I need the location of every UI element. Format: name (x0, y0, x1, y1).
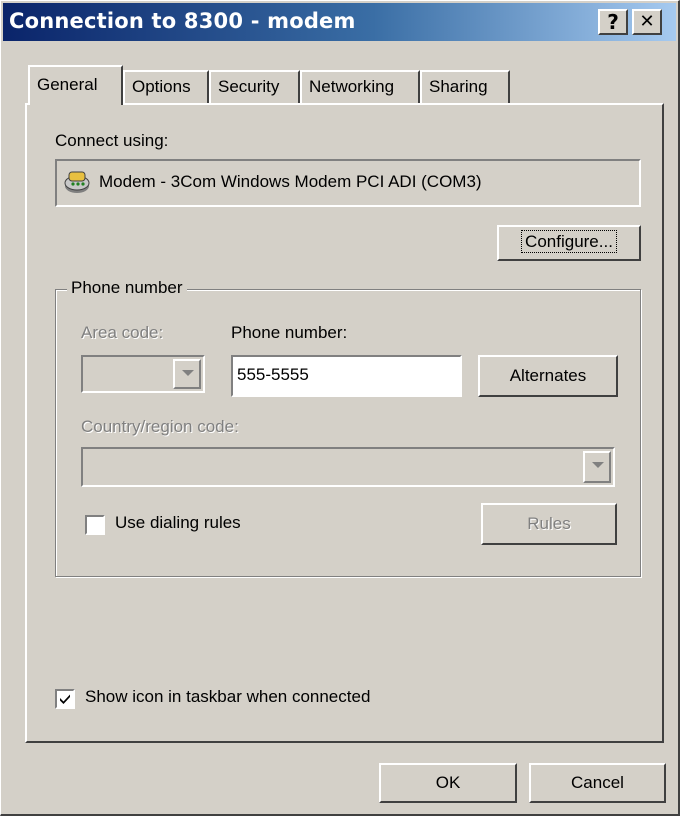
tab-security-label: Security (218, 77, 280, 96)
tab-sharing[interactable]: Sharing (420, 70, 510, 103)
use-dialing-rules-label[interactable]: Use dialing rules (115, 513, 241, 533)
cancel-button[interactable]: Cancel (529, 763, 666, 803)
area-code-label: Area code: (81, 323, 164, 342)
tab-security[interactable]: Security (209, 70, 300, 103)
phone-group-title: Phone number (67, 278, 187, 298)
alternates-button[interactable]: Alternates (478, 355, 618, 397)
device-field[interactable]: Modem - 3Com Windows Modem PCI ADI (COM3… (55, 159, 641, 207)
country-region-select[interactable] (81, 447, 615, 487)
connect-using-label: Connect using: (55, 131, 169, 150)
configure-button[interactable]: Configure... (497, 225, 641, 261)
window-title: Connection to 8300 - modem (9, 9, 356, 33)
phone-number-value: 555-5555 (237, 365, 309, 384)
device-name: Modem - 3Com Windows Modem PCI ADI (COM3… (99, 172, 482, 191)
use-dialing-rules-checkbox[interactable] (85, 515, 105, 535)
phone-number-label: Phone number: (231, 323, 348, 342)
tab-general-label: General (37, 75, 98, 94)
configure-button-label: Configure... (521, 230, 617, 253)
tab-networking[interactable]: Networking (300, 70, 420, 103)
title-bar[interactable]: Connection to 8300 - modem ? ✕ (3, 3, 676, 41)
area-code-dropdown-arrow[interactable] (173, 359, 201, 389)
tab-networking-label: Networking (309, 77, 395, 96)
dialog-window: Connection to 8300 - modem ? ✕ General O… (0, 0, 680, 816)
tab-general[interactable]: General (28, 65, 123, 105)
help-button[interactable]: ? (598, 9, 628, 35)
show-icon-label[interactable]: Show icon in taskbar when connected (85, 687, 370, 707)
close-button[interactable]: ✕ (632, 9, 662, 35)
modem-icon (63, 168, 91, 196)
tab-options-label: Options (132, 77, 191, 96)
phone-number-input[interactable]: 555-5555 (231, 355, 462, 397)
tab-options[interactable]: Options (123, 70, 209, 103)
tab-sharing-label: Sharing (429, 77, 488, 96)
ok-button[interactable]: OK (379, 763, 517, 803)
tab-panel-general: Connect using: Modem - 3Com Windows Mode… (25, 103, 664, 743)
area-code-select[interactable] (81, 355, 205, 393)
show-icon-checkbox[interactable] (55, 689, 75, 709)
rules-button[interactable]: Rules (481, 503, 617, 545)
country-region-dropdown-arrow[interactable] (583, 451, 611, 483)
checkmark-icon (60, 694, 70, 704)
country-region-label: Country/region code: (81, 417, 239, 436)
